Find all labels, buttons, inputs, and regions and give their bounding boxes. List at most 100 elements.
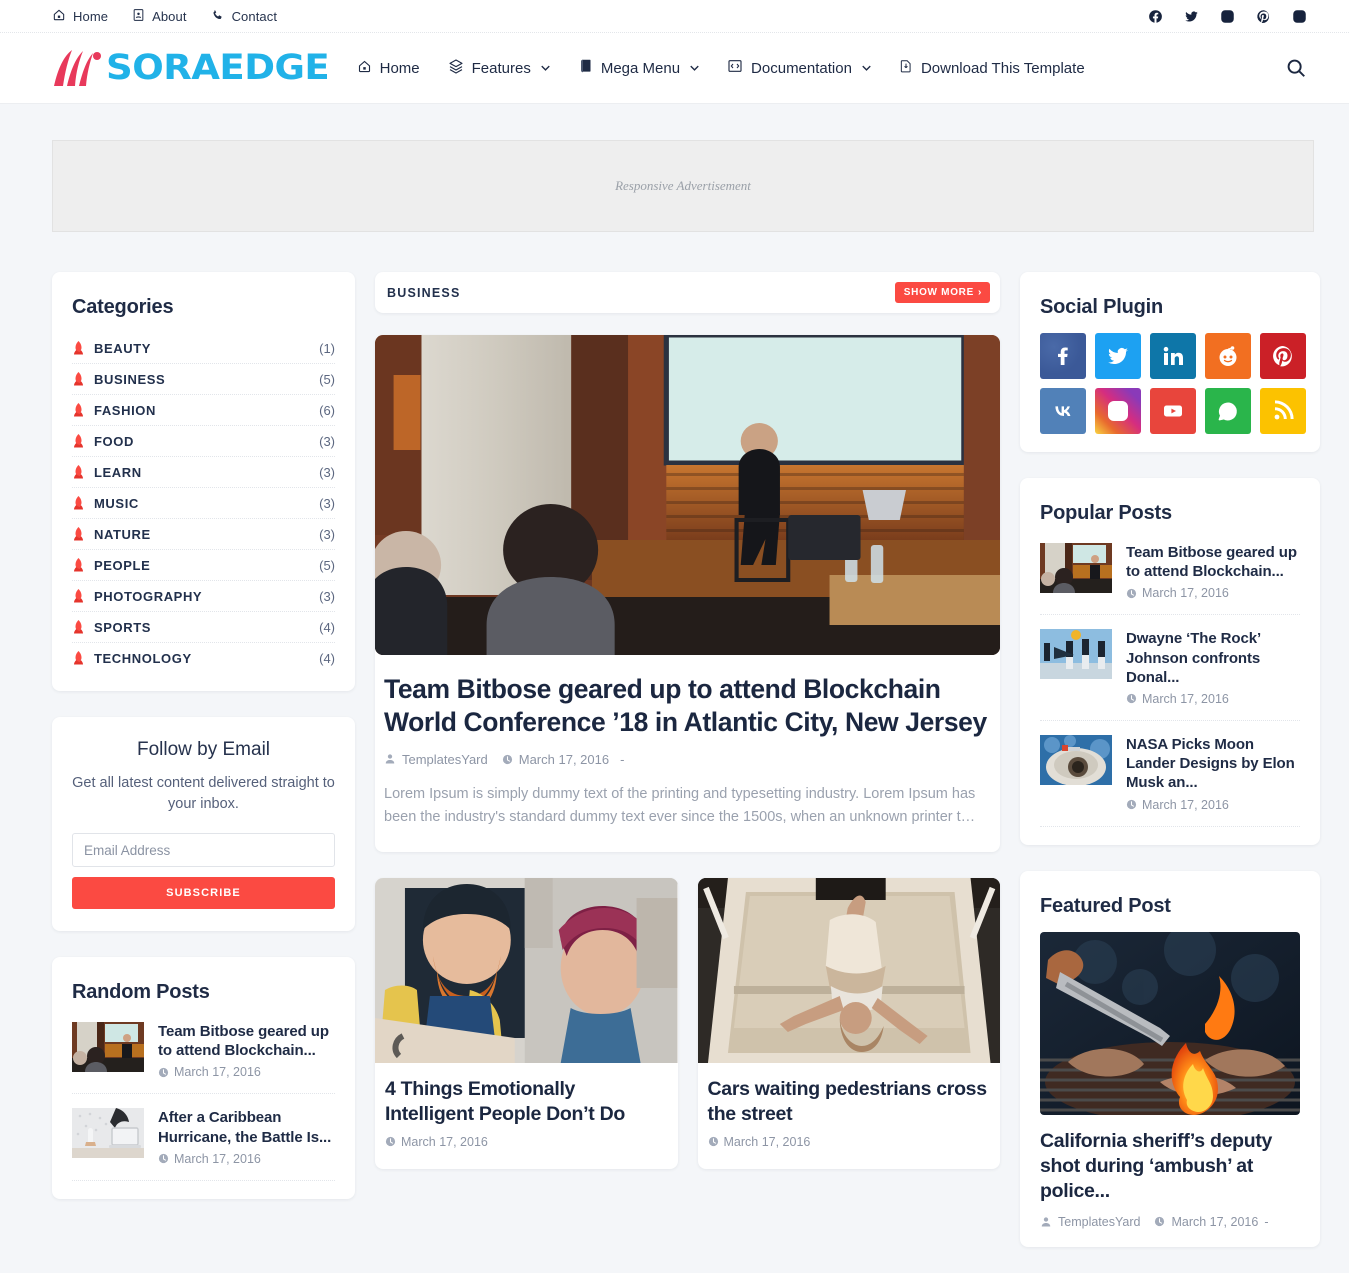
nav-label: Home — [379, 59, 420, 77]
categories-list: BEAUTY (1) BUSINESS (5) FASHION (6) FOOD (3) LEA… — [72, 333, 335, 673]
category-item[interactable]: PHOTOGRAPHY (3) — [72, 581, 335, 612]
popular-post-item-date-row: March 17, 2016 — [1126, 692, 1300, 706]
home-icon — [357, 59, 372, 78]
logo-text: SORAEDGE — [106, 47, 330, 88]
popular-post-item-title: Dwayne ‘The Rock’ Johnson confronts Dona… — [1126, 630, 1261, 686]
featured-article-date: March 17, 2016 — [518, 751, 610, 767]
social-tile-rss[interactable] — [1260, 388, 1306, 434]
topbar-social-instagram-2[interactable] — [1292, 9, 1307, 24]
topbar-link-contact[interactable]: Contact — [211, 8, 278, 25]
show-more-button[interactable]: SHOW MORE › — [894, 282, 990, 303]
clock-icon — [1126, 693, 1137, 704]
follow-by-email-widget: Follow by Email Get all latest content d… — [52, 717, 355, 932]
topbar-social-twitter[interactable] — [1184, 9, 1199, 24]
category-item[interactable]: TECHNOLOGY (4) — [72, 643, 335, 673]
category-item[interactable]: NATURE (3) — [72, 519, 335, 550]
left-sidebar: Categories BEAUTY (1) BUSINESS (5) FASHION (6… — [52, 272, 355, 1225]
category-item[interactable]: MUSIC (3) — [72, 488, 335, 519]
social-tile-linkedin[interactable] — [1150, 333, 1196, 379]
article-card-2[interactable]: Cars waiting pedestrians cross the stree… — [697, 877, 1000, 1169]
social-tile-facebook[interactable] — [1040, 333, 1086, 379]
category-marker-icon — [72, 434, 94, 449]
category-count: (3) — [319, 434, 335, 449]
social-tile-twitter[interactable] — [1095, 333, 1141, 379]
content-columns: Categories BEAUTY (1) BUSINESS (5) FASHION (6… — [52, 272, 1320, 1273]
nav-item-documentation[interactable]: Documentation — [727, 58, 871, 78]
nav-label: Features — [471, 59, 531, 77]
social-plugin-grid — [1040, 333, 1306, 434]
popular-post-item-date: March 17, 2016 — [1142, 691, 1229, 706]
popular-post-item[interactable]: Team Bitbose geared up to attend Blockch… — [1040, 539, 1300, 616]
random-post-item[interactable]: Team Bitbose geared up to attend Blockch… — [72, 1018, 335, 1095]
search-icon[interactable] — [1285, 57, 1307, 79]
popular-post-item[interactable]: NASA Picks Moon Lander Designs by Elon M… — [1040, 721, 1300, 827]
category-label: FASHION — [94, 403, 156, 418]
category-item[interactable]: BEAUTY (1) — [72, 333, 335, 364]
topbar-social-facebook[interactable] — [1148, 9, 1163, 24]
random-post-item[interactable]: After a Caribbean Hurricane, the Battle … — [72, 1094, 335, 1181]
popular-post-item[interactable]: Dwayne ‘The Rock’ Johnson confronts Dona… — [1040, 615, 1300, 721]
category-count: (1) — [319, 341, 335, 356]
pinterest-icon — [1271, 344, 1295, 368]
nav-label: Documentation — [751, 59, 852, 77]
book-icon — [578, 58, 593, 78]
nav-item-mega-menu[interactable]: Mega Menu — [578, 58, 699, 78]
nav-item-home[interactable]: Home — [357, 59, 420, 78]
popular-posts-list: Team Bitbose geared up to attend Blockch… — [1040, 539, 1300, 827]
subscribe-button[interactable]: SUBSCRIBE — [72, 877, 335, 910]
topbar-social-instagram[interactable] — [1220, 9, 1235, 24]
layers-icon — [448, 58, 464, 78]
clock-icon — [1154, 1216, 1165, 1227]
category-item[interactable]: BUSINESS (5) — [72, 364, 335, 395]
topbar-link-home[interactable]: Home — [52, 8, 108, 25]
category-label: PEOPLE — [94, 558, 151, 573]
popular-posts-title: Popular Posts — [1040, 502, 1172, 524]
random-posts-list: Team Bitbose geared up to attend Blockch… — [72, 1018, 335, 1181]
category-marker-icon — [72, 589, 94, 604]
random-post-item-title: After a Caribbean Hurricane, the Battle … — [158, 1109, 332, 1146]
category-item[interactable]: FASHION (6) — [72, 395, 335, 426]
nav-item-download-template[interactable]: Download This Template — [899, 58, 1085, 78]
featured-article-card[interactable]: Team Bitbose geared up to attend Blockch… — [375, 335, 1000, 852]
random-post-item-thumbnail — [72, 1022, 144, 1073]
email-field[interactable] — [72, 833, 335, 868]
twitter-icon — [1106, 344, 1130, 368]
id-card-icon — [132, 8, 145, 25]
rss-icon — [1271, 399, 1295, 423]
popular-post-item-thumbnail — [1040, 734, 1112, 786]
category-item[interactable]: LEARN (3) — [72, 457, 335, 488]
topbar-link-about[interactable]: About — [132, 8, 186, 25]
nav-label: Download This Template — [920, 59, 1085, 77]
article-card-1-image — [375, 877, 678, 1063]
random-posts-widget: Random Posts Team Bitbose geared up to a… — [52, 957, 355, 1199]
topbar-social-pinterest[interactable] — [1256, 9, 1271, 24]
vk-icon — [1051, 399, 1075, 423]
category-item[interactable]: SPORTS (4) — [72, 612, 335, 643]
chevron-down-icon — [860, 65, 871, 71]
nav-item-features[interactable]: Features — [448, 58, 550, 78]
social-tile-pinterest[interactable] — [1260, 333, 1306, 379]
category-count: (3) — [319, 465, 335, 480]
social-tile-reddit[interactable] — [1205, 333, 1251, 379]
category-label: LEARN — [94, 465, 142, 480]
social-tile-instagram[interactable] — [1095, 388, 1141, 434]
category-item[interactable]: FOOD (3) — [72, 426, 335, 457]
social-tile-vk[interactable] — [1040, 388, 1086, 434]
meta-separator: - — [1264, 1214, 1269, 1229]
featured-post-image — [1040, 931, 1300, 1115]
category-label: NATURE — [94, 527, 151, 542]
advertisement-label: Responsive Advertisement — [615, 178, 751, 193]
category-item[interactable]: PEOPLE (5) — [72, 550, 335, 581]
social-tile-youtube[interactable] — [1150, 388, 1196, 434]
follow-by-email-subtitle: Get all latest content delivered straigh… — [72, 775, 335, 813]
person-icon — [1040, 1216, 1052, 1228]
article-card-1[interactable]: 4 Things Emotionally Intelligent People … — [375, 877, 678, 1169]
whatsapp-icon — [1216, 399, 1240, 423]
social-tile-whatsapp[interactable] — [1205, 388, 1251, 434]
main-column: BUSINESS SHOW MORE › Team Bitbose geared… — [375, 272, 1000, 1169]
featured-post-date: March 17, 2016 — [1171, 1214, 1259, 1229]
featured-post-article-title: California sheriff’s deputy shot during … — [1040, 1129, 1273, 1203]
site-logo[interactable]: SORAEDGE — [52, 48, 330, 88]
article-card-1-date-row: March 17, 2016 — [385, 1135, 668, 1149]
right-sidebar: Social Plugin Popular Posts Team Bitbose… — [1020, 272, 1320, 1273]
